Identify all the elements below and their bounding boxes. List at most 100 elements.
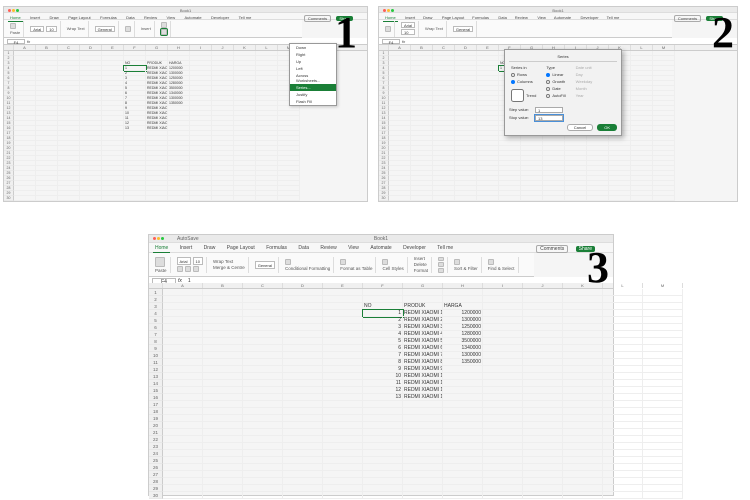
cell[interactable]	[483, 492, 523, 499]
cell[interactable]	[283, 359, 323, 366]
cell[interactable]	[283, 450, 323, 457]
comments-button[interactable]: Comments	[304, 15, 331, 22]
cell[interactable]	[283, 331, 323, 338]
cell[interactable]	[163, 345, 203, 352]
cell[interactable]	[443, 457, 483, 464]
cell[interactable]	[523, 289, 563, 296]
cell[interactable]	[323, 310, 363, 317]
col-A[interactable]: A	[389, 45, 411, 50]
cell[interactable]	[521, 196, 543, 201]
cell[interactable]	[323, 408, 363, 415]
fill-menu-item[interactable]: Up	[290, 58, 336, 65]
cell[interactable]	[203, 471, 243, 478]
cell[interactable]	[203, 415, 243, 422]
fx-icon[interactable]: fx	[27, 39, 30, 44]
cell[interactable]	[36, 196, 58, 201]
cell[interactable]	[283, 317, 323, 324]
col-A[interactable]: A	[14, 45, 36, 50]
cell[interactable]	[363, 443, 403, 450]
insert-cells[interactable]: Insert	[141, 26, 151, 31]
cell[interactable]	[523, 471, 563, 478]
find-icon[interactable]	[488, 259, 494, 265]
cell[interactable]	[523, 457, 563, 464]
cell[interactable]: 4	[363, 331, 403, 338]
row-header[interactable]: 30	[379, 196, 389, 201]
tab-home[interactable]: Home	[153, 244, 170, 253]
cell[interactable]	[523, 443, 563, 450]
col-L[interactable]: L	[603, 283, 643, 288]
radio-columns[interactable]: Columns	[511, 79, 536, 84]
cell[interactable]	[363, 485, 403, 492]
cell[interactable]	[163, 359, 203, 366]
cell[interactable]	[163, 422, 203, 429]
cell[interactable]	[563, 464, 603, 471]
underline-icon[interactable]	[193, 266, 199, 272]
cell[interactable]	[323, 443, 363, 450]
col-B[interactable]: B	[411, 45, 433, 50]
cell[interactable]	[587, 196, 609, 201]
fill-menu-item[interactable]: Flash Fill	[290, 98, 336, 105]
cell[interactable]	[323, 317, 363, 324]
cell[interactable]: 6	[363, 345, 403, 352]
cell[interactable]	[243, 401, 283, 408]
cell[interactable]	[146, 196, 168, 201]
cell[interactable]: 8	[363, 359, 403, 366]
cell[interactable]	[483, 324, 523, 331]
row-header[interactable]: 18	[149, 408, 163, 415]
cell[interactable]	[403, 492, 443, 499]
cell[interactable]	[523, 408, 563, 415]
cell[interactable]	[203, 478, 243, 485]
cell[interactable]	[443, 485, 483, 492]
cell[interactable]	[563, 408, 603, 415]
cell[interactable]: 7	[363, 352, 403, 359]
cell[interactable]	[163, 478, 203, 485]
cell[interactable]	[483, 289, 523, 296]
cell[interactable]	[243, 478, 283, 485]
cell[interactable]	[163, 471, 203, 478]
row-header[interactable]: 23	[149, 443, 163, 450]
cell[interactable]	[283, 478, 323, 485]
tab-pagelayout[interactable]: Page Layout	[225, 244, 257, 252]
fill-icon[interactable]	[438, 262, 444, 267]
comments-button[interactable]: Comments	[536, 245, 568, 253]
cell[interactable]	[278, 196, 300, 201]
cell[interactable]	[563, 394, 603, 401]
cell[interactable]	[443, 394, 483, 401]
cell[interactable]	[603, 359, 643, 366]
cell[interactable]	[363, 401, 403, 408]
cell[interactable]	[643, 345, 683, 352]
cell[interactable]	[363, 457, 403, 464]
cell[interactable]: REDMI XIAOMI 3	[403, 324, 443, 331]
col-F[interactable]: F	[124, 45, 146, 50]
row-header[interactable]: 8	[149, 338, 163, 345]
cell[interactable]	[483, 443, 523, 450]
cell[interactable]	[643, 366, 683, 373]
fill-menu-item[interactable]: Justify	[290, 91, 336, 98]
cell[interactable]	[403, 408, 443, 415]
cell[interactable]	[243, 359, 283, 366]
cell[interactable]	[603, 352, 643, 359]
cell[interactable]	[243, 310, 283, 317]
cell[interactable]	[443, 380, 483, 387]
col-A[interactable]: A	[163, 283, 203, 288]
cell[interactable]: 1280000	[443, 331, 483, 338]
cell[interactable]	[563, 317, 603, 324]
size-select[interactable]: 10	[193, 257, 203, 265]
cell[interactable]	[483, 408, 523, 415]
cell[interactable]	[323, 359, 363, 366]
cancel-button[interactable]: Cancel	[567, 124, 593, 131]
cell[interactable]	[283, 387, 323, 394]
cell[interactable]	[203, 436, 243, 443]
tab-draw[interactable]: Draw	[202, 244, 218, 252]
cell[interactable]: 5	[363, 338, 403, 345]
cell[interactable]	[653, 196, 675, 201]
cell[interactable]	[483, 478, 523, 485]
cell[interactable]	[563, 380, 603, 387]
cell[interactable]	[163, 373, 203, 380]
cell[interactable]	[523, 303, 563, 310]
cell[interactable]	[603, 310, 643, 317]
cell[interactable]	[443, 373, 483, 380]
cell[interactable]	[203, 492, 243, 499]
cell[interactable]: REDMI XIAOMI 7	[403, 352, 443, 359]
cell[interactable]	[163, 394, 203, 401]
